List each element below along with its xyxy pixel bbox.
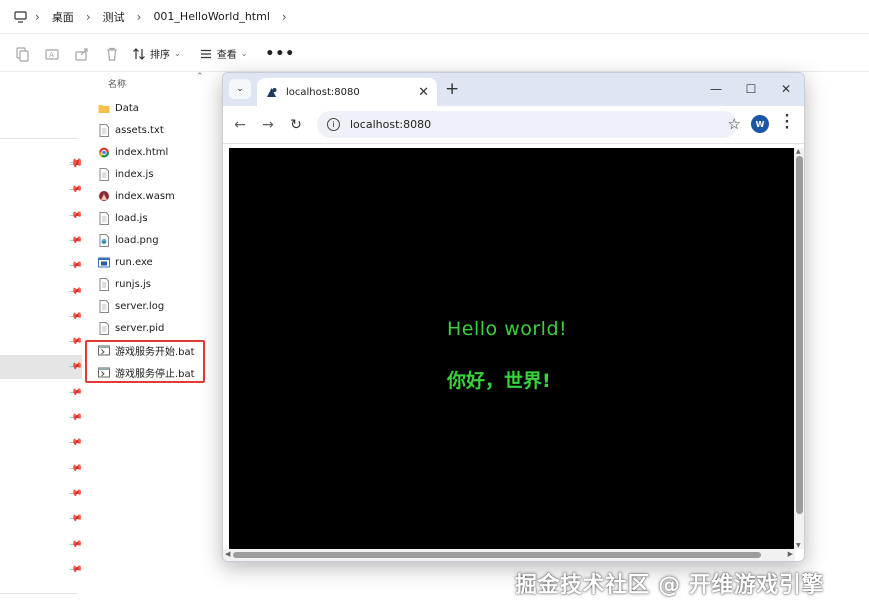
close-window-icon[interactable]: ✕ <box>773 79 799 99</box>
scroll-up-icon[interactable]: ▲ <box>796 148 801 155</box>
highlight-box <box>85 340 205 383</box>
sort-label: 排序 <box>150 50 170 61</box>
text-file-icon <box>99 211 109 225</box>
breadcrumb-test[interactable]: 测试 <box>103 9 125 25</box>
delete-icon[interactable] <box>104 46 120 62</box>
sort-icon <box>133 47 145 60</box>
address-bar[interactable]: › 桌面 › 测试 › 001_HelloWorld_html › <box>0 0 869 34</box>
chevron-down-icon: ⌄ <box>240 49 248 58</box>
maximize-icon[interactable]: ☐ <box>738 79 764 99</box>
forward-icon[interactable]: → <box>258 115 278 135</box>
image-file-icon <box>99 233 109 247</box>
explorer-toolbar: A 排序 ⌄ 查看 ⌄ ••• <box>0 36 869 72</box>
watermark-text: 掘金技术社区 @ 开维游戏引擎 <box>515 573 824 598</box>
file-name: load.png <box>115 234 159 246</box>
reload-icon[interactable]: ↻ <box>286 115 306 135</box>
profile-avatar[interactable]: W <box>751 115 769 133</box>
file-name: index.wasm <box>115 190 175 202</box>
vertical-scroll-thumb[interactable] <box>796 156 803 514</box>
text-file-icon <box>99 123 109 137</box>
scroll-left-icon[interactable]: ◀ <box>225 550 230 558</box>
bookmark-star-icon[interactable]: ☆ <box>728 115 741 133</box>
vertical-scrollbar[interactable]: ▲ ▼ <box>794 148 804 549</box>
file-name: index.html <box>115 146 169 158</box>
breadcrumb-desktop[interactable]: 桌面 <box>52 9 74 25</box>
exe-file-icon <box>98 257 110 267</box>
text-file-icon <box>99 277 109 291</box>
browser-menu-icon[interactable]: · · · <box>783 110 791 135</box>
minimize-icon[interactable]: — <box>703 79 729 99</box>
file-item[interactable]: Data <box>98 97 139 119</box>
divider <box>0 593 78 594</box>
favicon-icon <box>267 87 277 97</box>
file-name: run.exe <box>115 256 153 268</box>
file-item[interactable]: index.html <box>98 141 168 163</box>
tab-search-button[interactable]: ⌄ <box>229 79 251 99</box>
text-file-icon <box>99 167 109 181</box>
page-canvas[interactable]: Hello world! 你好，世界! <box>229 148 794 549</box>
wasm-file-icon <box>99 190 109 201</box>
file-item[interactable]: load.js <box>98 207 148 229</box>
tab-title: localhost:8080 <box>286 86 360 98</box>
computer-icon[interactable] <box>14 10 27 23</box>
browser-tab[interactable]: localhost:8080 ✕ <box>257 78 437 106</box>
chevron-down-icon: ⌄ <box>174 49 181 58</box>
horizontal-scrollbar[interactable]: ◀ ▶ <box>223 549 795 561</box>
chevron-down-icon: ⌄ <box>236 84 244 94</box>
svg-text:A: A <box>49 51 54 59</box>
browser-window: ⌄ localhost:8080 ✕ + — ☐ ✕ ← → ↻ i local… <box>222 72 805 562</box>
sort-button[interactable]: 排序 ⌄ <box>132 46 181 61</box>
copy-icon[interactable] <box>14 46 30 62</box>
horizontal-scroll-thumb[interactable] <box>233 552 761 558</box>
file-item[interactable]: index.js <box>98 163 154 185</box>
file-name: server.pid <box>115 322 165 334</box>
close-tab-icon[interactable]: ✕ <box>418 85 429 100</box>
url-bar[interactable]: i localhost:8080 ☆ <box>317 111 741 138</box>
url-text: localhost:8080 <box>350 118 432 131</box>
file-name: server.log <box>115 300 165 312</box>
view-button[interactable]: 查看 ⌄ <box>199 46 248 61</box>
file-item[interactable]: index.wasm <box>98 185 175 207</box>
divider <box>0 138 78 139</box>
folder-icon <box>98 104 110 113</box>
chevron-right-icon[interactable]: › <box>282 10 287 24</box>
new-tab-button[interactable]: + <box>445 79 459 99</box>
column-header-name[interactable]: 名称 <box>108 77 126 90</box>
toolbar: ← → ↻ i localhost:8080 ☆ W · · · <box>223 106 804 144</box>
file-item[interactable]: server.log <box>98 295 164 317</box>
share-icon[interactable] <box>74 46 90 62</box>
text-file-icon <box>99 321 109 335</box>
nihao-shijie-text: 你好，世界! <box>447 370 551 392</box>
file-name: load.js <box>115 212 148 224</box>
file-name: Data <box>115 102 139 114</box>
text-file-icon <box>99 299 109 313</box>
scroll-down-icon[interactable]: ▼ <box>796 542 801 549</box>
back-icon[interactable]: ← <box>230 115 250 135</box>
hello-world-text: Hello world! <box>447 318 568 340</box>
chevron-right-icon: › <box>85 9 91 24</box>
chevron-right-icon: › <box>136 9 142 24</box>
file-name: index.js <box>115 168 154 180</box>
tab-strip: ⌄ localhost:8080 ✕ + — ☐ ✕ <box>223 73 804 106</box>
view-label: 查看 <box>216 50 237 61</box>
view-list-icon <box>200 49 211 58</box>
more-options-button[interactable]: ••• <box>265 46 295 62</box>
rename-icon[interactable]: A <box>44 46 60 62</box>
file-item[interactable]: run.exe <box>98 251 153 273</box>
sort-up-icon: ⌃ <box>196 72 204 82</box>
scroll-right-icon[interactable]: ▶ <box>788 550 793 558</box>
file-item[interactable]: server.pid <box>98 317 164 339</box>
file-item[interactable]: runjs.js <box>98 273 151 295</box>
file-name: assets.txt <box>115 124 164 136</box>
breadcrumb-helloworld[interactable]: 001_HelloWorld_html <box>153 10 269 23</box>
chevron-right-icon: › <box>35 9 40 24</box>
file-item[interactable]: assets.txt <box>98 119 164 141</box>
file-item[interactable]: load.png <box>98 229 159 251</box>
chrome-html-icon <box>99 147 109 157</box>
site-info-icon[interactable]: i <box>327 118 340 131</box>
file-name: runjs.js <box>115 278 151 290</box>
